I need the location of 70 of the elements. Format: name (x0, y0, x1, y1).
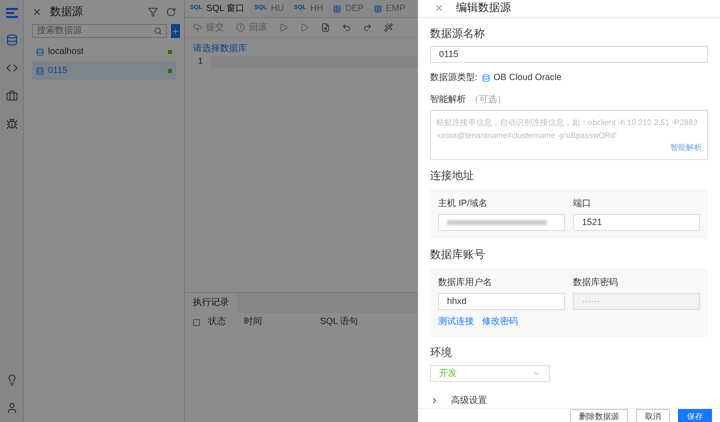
table-icon (333, 4, 342, 12)
password-field[interactable]: ······ (573, 293, 700, 310)
search-icon[interactable] (154, 27, 162, 35)
field-label: 环境 (430, 346, 453, 360)
field-label: 智能解析 (430, 92, 466, 106)
datasource-type: OB Cloud Oracle (494, 71, 562, 84)
user-icon[interactable] (6, 402, 18, 414)
datasource-item[interactable]: 0115 (32, 61, 176, 80)
chevron-right-icon (430, 396, 439, 406)
checkbox[interactable] (193, 318, 200, 326)
bug-icon[interactable] (6, 118, 18, 130)
footer-button[interactable]: 取消 (636, 408, 670, 422)
drawer-title: 编辑数据源 (456, 1, 511, 16)
wand-icon[interactable] (384, 23, 393, 32)
commit-button[interactable]: 提交 (193, 20, 224, 34)
rollback-button[interactable]: 回滚 (236, 20, 267, 34)
field-label: 数据库密码 (573, 276, 619, 288)
database-icon (36, 66, 44, 74)
field-label: 端口 (573, 196, 592, 210)
table-icon (374, 4, 382, 12)
select-database-link[interactable]: 请选择数据库 (185, 42, 418, 56)
action-link[interactable]: 修改密码 (482, 315, 518, 328)
database-icon (482, 74, 490, 82)
footer-button[interactable]: 删除数据源 (570, 408, 628, 422)
name-field[interactable]: 0115 (430, 46, 708, 63)
clock-icon (236, 23, 245, 32)
chevron-down-icon (532, 369, 541, 378)
footer-button[interactable]: 保存 (678, 408, 712, 422)
editor-tab[interactable]: EMP (368, 0, 410, 17)
undo-icon[interactable] (342, 23, 351, 32)
panel-title: 数据源 (50, 4, 84, 20)
field-label: 数据源名称 (430, 26, 486, 42)
file-search-icon[interactable] (321, 23, 330, 32)
refresh-icon[interactable] (166, 7, 176, 17)
advanced-settings-toggle[interactable]: 高级设置 (430, 394, 708, 408)
port-field[interactable]: 1521 (573, 214, 700, 231)
username-field[interactable]: hhxd (438, 293, 565, 310)
add-button[interactable] (171, 24, 180, 38)
column-header: SQL 语句 (320, 315, 358, 328)
section-label: 连接地址 (430, 168, 475, 184)
close-icon[interactable] (434, 3, 444, 14)
column-header: 状态 (208, 315, 227, 328)
column-header: 时间 (244, 315, 263, 328)
optional-hint: （可选） (470, 92, 506, 106)
editor-tab[interactable]: DEP (328, 0, 369, 17)
briefcase-icon[interactable] (6, 90, 18, 102)
redo-icon[interactable] (363, 23, 372, 32)
log-tab[interactable]: 执行记录 (185, 293, 237, 313)
field-label: 数据源类型: (430, 71, 478, 84)
section-label: 数据库账号 (430, 248, 486, 263)
datasource-item[interactable]: localhost (32, 42, 176, 61)
close-icon[interactable] (32, 7, 42, 17)
host-field[interactable] (438, 214, 565, 231)
environment-select[interactable]: 开发 (430, 365, 550, 382)
parse-textarea[interactable]: 粘贴连接串信息，自动识别连接信息，如：obclient -h 10.210.2.51 -P2883 -uroot@tenantname#clustername -p'oBpasswORd' 智能解析 (430, 110, 708, 160)
database-icon (36, 48, 44, 56)
code-icon[interactable] (6, 62, 18, 74)
line-number: 1 (196, 54, 204, 68)
parse-button[interactable]: 智能解析 (670, 142, 702, 154)
lightbulb-icon[interactable] (6, 374, 18, 386)
logo-icon (6, 8, 18, 18)
action-link[interactable]: 测试连接 (438, 315, 474, 328)
filter-icon[interactable] (148, 7, 158, 17)
run-step-icon[interactable] (300, 23, 309, 32)
upload-icon (193, 23, 202, 32)
run-icon[interactable] (279, 23, 288, 32)
placeholder-text: 粘贴连接串信息，自动识别连接信息，如：obclient -h 10.210.2.51 -P2883 -uroot@tenantname#clustername -p'oBpasswORd' (436, 117, 698, 142)
database-icon[interactable] (6, 34, 18, 46)
field-label: 主机 IP/域名 (438, 196, 489, 210)
field-label: 数据库用户名 (438, 276, 493, 288)
